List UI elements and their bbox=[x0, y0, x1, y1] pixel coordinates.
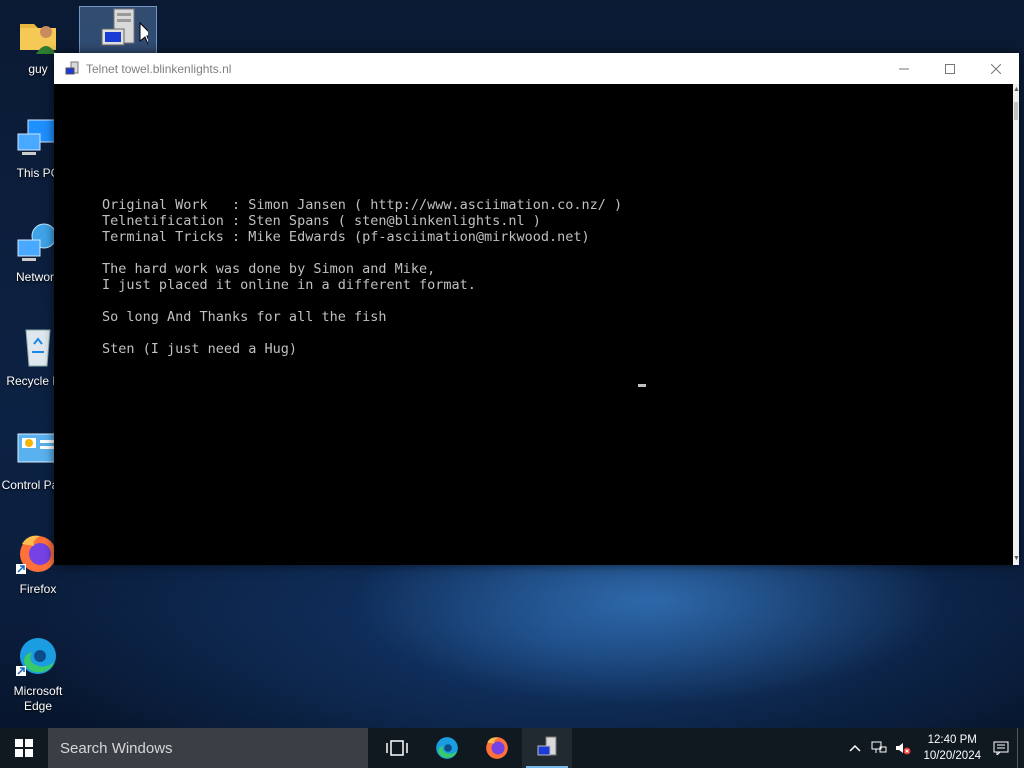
firefox-icon bbox=[486, 737, 508, 759]
start-button[interactable] bbox=[0, 728, 48, 768]
terminal-line: I just placed it online in a different f… bbox=[102, 277, 476, 293]
taskbar-firefox-button[interactable] bbox=[472, 728, 522, 768]
minimize-icon bbox=[899, 68, 909, 69]
network-status-icon bbox=[871, 741, 887, 753]
terminal-output[interactable]: Original Work : Simon Jansen ( http://ww… bbox=[54, 84, 1013, 565]
scrollbar-thumb[interactable] bbox=[1014, 102, 1018, 120]
desktop-icon-label: Microsoft Edge bbox=[13, 684, 63, 713]
edge-icon bbox=[436, 737, 458, 759]
taskbar: Search Windows 12:40 PM 10/20/2024 bbox=[0, 728, 1024, 768]
system-tray: 12:40 PM 10/20/2024 bbox=[843, 728, 1024, 768]
minimize-button[interactable] bbox=[881, 53, 927, 84]
telnet-app-icon bbox=[65, 61, 79, 74]
search-box[interactable]: Search Windows bbox=[48, 728, 368, 768]
terminal-line: Terminal Tricks : Mike Edwards (pf-ascii… bbox=[102, 229, 590, 245]
clock-time: 12:40 PM bbox=[927, 734, 977, 746]
telnet-shortcut-icon bbox=[101, 8, 148, 46]
window-titlebar[interactable]: Telnet towel.blinkenlights.nl bbox=[54, 53, 1019, 84]
scroll-down-icon[interactable]: ▼ bbox=[1013, 555, 1020, 563]
clock-date: 10/20/2024 bbox=[923, 750, 981, 762]
maximize-icon bbox=[945, 63, 955, 74]
edge-icon bbox=[16, 638, 56, 676]
volume-muted-icon bbox=[896, 743, 911, 755]
telnet-icon bbox=[537, 736, 557, 756]
telnet-window[interactable]: Telnet towel.blinkenlights.nl Original W… bbox=[54, 53, 1020, 565]
show-desktop-button[interactable] bbox=[1017, 728, 1024, 768]
vertical-scrollbar[interactable]: ▲ ▼ bbox=[1013, 84, 1020, 565]
scroll-up-icon[interactable]: ▲ bbox=[1013, 86, 1020, 94]
windows-logo-icon bbox=[15, 739, 33, 757]
task-view-button[interactable] bbox=[372, 728, 422, 768]
terminal-line: Telnetification : Sten Spans ( sten@blin… bbox=[102, 213, 541, 229]
taskbar-telnet-button[interactable] bbox=[522, 728, 572, 768]
selected-telnet-shortcut[interactable] bbox=[79, 6, 157, 58]
close-button[interactable] bbox=[973, 53, 1019, 84]
network-status-button[interactable] bbox=[867, 728, 891, 768]
show-hidden-icons-button[interactable] bbox=[843, 728, 867, 768]
desktop-icon-label: Firefox bbox=[19, 582, 57, 596]
terminal-line: So long And Thanks for all the fish bbox=[102, 309, 387, 325]
window-title: Telnet towel.blinkenlights.nl bbox=[86, 61, 232, 76]
clock[interactable]: 12:40 PM 10/20/2024 bbox=[915, 732, 989, 764]
taskbar-edge-button[interactable] bbox=[422, 728, 472, 768]
terminal-line: The hard work was done by Simon and Mike… bbox=[102, 261, 436, 277]
desktop-icon-edge[interactable]: Microsoft Edge bbox=[0, 632, 76, 714]
terminal-line: Sten (I just need a Hug) bbox=[102, 341, 298, 357]
chevron-up-icon bbox=[849, 744, 861, 752]
task-view-icon bbox=[386, 740, 408, 756]
terminal-cursor bbox=[638, 384, 646, 387]
notification-icon bbox=[993, 741, 1009, 755]
user-folder-icon bbox=[20, 24, 56, 54]
search-placeholder: Search Windows bbox=[60, 739, 173, 757]
close-icon bbox=[991, 63, 1001, 74]
notifications-button[interactable] bbox=[989, 728, 1013, 768]
terminal-line: Original Work : Simon Jansen ( http://ww… bbox=[102, 197, 623, 213]
maximize-button[interactable] bbox=[927, 53, 973, 84]
volume-button[interactable] bbox=[891, 728, 915, 768]
